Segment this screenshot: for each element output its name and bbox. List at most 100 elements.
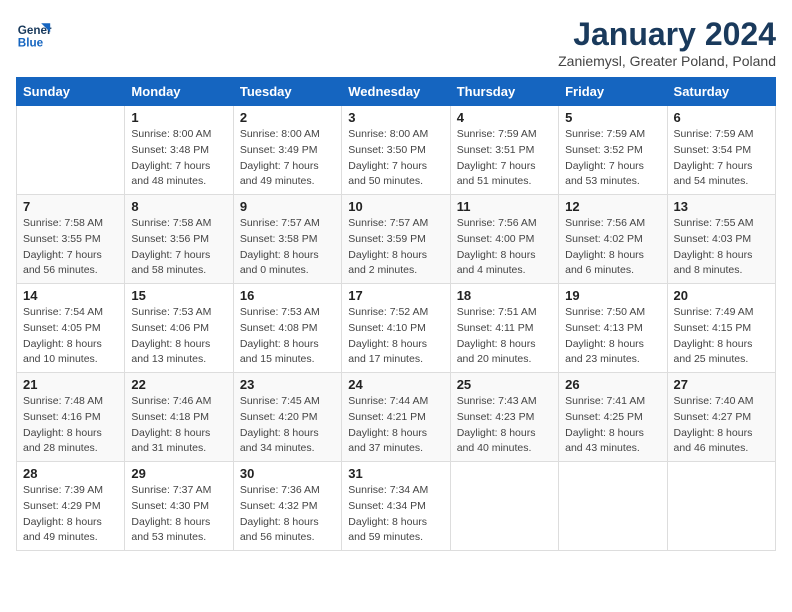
- day-number: 21: [23, 377, 118, 392]
- day-number: 3: [348, 110, 443, 125]
- calendar-cell: 31Sunrise: 7:34 AM Sunset: 4:34 PM Dayli…: [342, 462, 450, 551]
- day-info: Sunrise: 7:59 AM Sunset: 3:54 PM Dayligh…: [674, 127, 769, 190]
- day-info: Sunrise: 7:59 AM Sunset: 3:52 PM Dayligh…: [565, 127, 660, 190]
- day-number: 26: [565, 377, 660, 392]
- day-number: 11: [457, 199, 552, 214]
- calendar-title: January 2024: [558, 16, 776, 53]
- title-block: January 2024 Zaniemysl, Greater Poland, …: [558, 16, 776, 69]
- weekday-header: Friday: [559, 78, 667, 106]
- day-info: Sunrise: 7:46 AM Sunset: 4:18 PM Dayligh…: [131, 394, 226, 457]
- calendar-cell: 6 Sunrise: 7:59 AM Sunset: 3:54 PM Daylig…: [667, 106, 775, 195]
- logo-icon: General Blue: [16, 16, 52, 52]
- day-number: 23: [240, 377, 335, 392]
- day-info: Sunrise: 7:58 AM Sunset: 3:55 PM Dayligh…: [23, 216, 118, 279]
- day-number: 29: [131, 466, 226, 481]
- day-info: Sunrise: 7:52 AM Sunset: 4:10 PM Dayligh…: [348, 305, 443, 368]
- day-number: 12: [565, 199, 660, 214]
- calendar-cell: 18Sunrise: 7:51 AM Sunset: 4:11 PM Dayli…: [450, 284, 558, 373]
- calendar-cell: 19 Sunrise: 7:50 AM Sunset: 4:13 PM Dayli…: [559, 284, 667, 373]
- calendar-cell: 7 Sunrise: 7:58 AM Sunset: 3:55 PM Daylig…: [17, 195, 125, 284]
- day-info: Sunrise: 7:48 AM Sunset: 4:16 PM Dayligh…: [23, 394, 118, 457]
- day-info: Sunrise: 7:57 AM Sunset: 3:59 PM Dayligh…: [348, 216, 443, 279]
- calendar-cell: 4 Sunrise: 7:59 AM Sunset: 3:51 PM Daylig…: [450, 106, 558, 195]
- day-number: 5: [565, 110, 660, 125]
- weekday-header: Saturday: [667, 78, 775, 106]
- day-info: Sunrise: 8:00 AM Sunset: 3:49 PM Dayligh…: [240, 127, 335, 190]
- calendar-cell: 13 Sunrise: 7:55 AM Sunset: 4:03 PM Dayli…: [667, 195, 775, 284]
- calendar-cell: 5 Sunrise: 7:59 AM Sunset: 3:52 PM Daylig…: [559, 106, 667, 195]
- calendar-cell: 22 Sunrise: 7:46 AM Sunset: 4:18 PM Dayli…: [125, 373, 233, 462]
- weekday-header: Monday: [125, 78, 233, 106]
- day-number: 17: [348, 288, 443, 303]
- day-number: 1: [131, 110, 226, 125]
- calendar-cell: 15 Sunrise: 7:53 AM Sunset: 4:06 PM Dayli…: [125, 284, 233, 373]
- calendar-cell: 30 Sunrise: 7:36 AM Sunset: 4:32 PM Dayli…: [233, 462, 341, 551]
- day-number: 4: [457, 110, 552, 125]
- day-number: 15: [131, 288, 226, 303]
- calendar-cell: 9Sunrise: 7:57 AM Sunset: 3:58 PM Daylig…: [233, 195, 341, 284]
- weekday-header: Thursday: [450, 78, 558, 106]
- calendar-cell: 27 Sunrise: 7:40 AM Sunset: 4:27 PM Dayli…: [667, 373, 775, 462]
- day-info: Sunrise: 7:40 AM Sunset: 4:27 PM Dayligh…: [674, 394, 769, 457]
- calendar-cell: 23Sunrise: 7:45 AM Sunset: 4:20 PM Dayli…: [233, 373, 341, 462]
- calendar-cell: 24 Sunrise: 7:44 AM Sunset: 4:21 PM Dayli…: [342, 373, 450, 462]
- calendar-cell: 8 Sunrise: 7:58 AM Sunset: 3:56 PM Daylig…: [125, 195, 233, 284]
- day-number: 27: [674, 377, 769, 392]
- day-info: Sunrise: 7:43 AM Sunset: 4:23 PM Dayligh…: [457, 394, 552, 457]
- calendar-cell: 1 Sunrise: 8:00 AM Sunset: 3:48 PM Daylig…: [125, 106, 233, 195]
- day-info: Sunrise: 7:59 AM Sunset: 3:51 PM Dayligh…: [457, 127, 552, 190]
- calendar-week: 1 Sunrise: 8:00 AM Sunset: 3:48 PM Daylig…: [17, 106, 776, 195]
- day-number: 16: [240, 288, 335, 303]
- calendar-week: 7 Sunrise: 7:58 AM Sunset: 3:55 PM Daylig…: [17, 195, 776, 284]
- calendar-cell: [450, 462, 558, 551]
- day-info: Sunrise: 7:50 AM Sunset: 4:13 PM Dayligh…: [565, 305, 660, 368]
- day-info: Sunrise: 7:44 AM Sunset: 4:21 PM Dayligh…: [348, 394, 443, 457]
- calendar-cell: [559, 462, 667, 551]
- day-number: 30: [240, 466, 335, 481]
- day-info: Sunrise: 7:57 AM Sunset: 3:58 PM Dayligh…: [240, 216, 335, 279]
- calendar-cell: 11 Sunrise: 7:56 AM Sunset: 4:00 PM Dayli…: [450, 195, 558, 284]
- svg-text:Blue: Blue: [18, 37, 44, 50]
- calendar-week: 21 Sunrise: 7:48 AM Sunset: 4:16 PM Dayli…: [17, 373, 776, 462]
- calendar-cell: 21 Sunrise: 7:48 AM Sunset: 4:16 PM Dayli…: [17, 373, 125, 462]
- day-info: Sunrise: 7:37 AM Sunset: 4:30 PM Dayligh…: [131, 483, 226, 546]
- day-info: Sunrise: 8:00 AM Sunset: 3:48 PM Dayligh…: [131, 127, 226, 190]
- calendar-cell: 10 Sunrise: 7:57 AM Sunset: 3:59 PM Dayli…: [342, 195, 450, 284]
- day-number: 24: [348, 377, 443, 392]
- day-number: 28: [23, 466, 118, 481]
- day-info: Sunrise: 7:58 AM Sunset: 3:56 PM Dayligh…: [131, 216, 226, 279]
- weekday-header: Wednesday: [342, 78, 450, 106]
- page-header: General Blue January 2024 Zaniemysl, Gre…: [16, 16, 776, 69]
- day-number: 2: [240, 110, 335, 125]
- calendar-cell: 20Sunrise: 7:49 AM Sunset: 4:15 PM Dayli…: [667, 284, 775, 373]
- day-number: 10: [348, 199, 443, 214]
- day-info: Sunrise: 7:53 AM Sunset: 4:08 PM Dayligh…: [240, 305, 335, 368]
- day-number: 22: [131, 377, 226, 392]
- calendar-cell: [667, 462, 775, 551]
- calendar-cell: 28Sunrise: 7:39 AM Sunset: 4:29 PM Dayli…: [17, 462, 125, 551]
- calendar-cell: 12 Sunrise: 7:56 AM Sunset: 4:02 PM Dayli…: [559, 195, 667, 284]
- day-info: Sunrise: 7:56 AM Sunset: 4:02 PM Dayligh…: [565, 216, 660, 279]
- day-number: 19: [565, 288, 660, 303]
- day-number: 25: [457, 377, 552, 392]
- calendar-cell: 16 Sunrise: 7:53 AM Sunset: 4:08 PM Dayli…: [233, 284, 341, 373]
- day-info: Sunrise: 7:56 AM Sunset: 4:00 PM Dayligh…: [457, 216, 552, 279]
- logo: General Blue: [16, 16, 52, 52]
- calendar-cell: 26Sunrise: 7:41 AM Sunset: 4:25 PM Dayli…: [559, 373, 667, 462]
- weekday-header: Tuesday: [233, 78, 341, 106]
- day-info: Sunrise: 7:54 AM Sunset: 4:05 PM Dayligh…: [23, 305, 118, 368]
- calendar-week: 14 Sunrise: 7:54 AM Sunset: 4:05 PM Dayli…: [17, 284, 776, 373]
- calendar-cell: 14 Sunrise: 7:54 AM Sunset: 4:05 PM Dayli…: [17, 284, 125, 373]
- day-number: 6: [674, 110, 769, 125]
- day-info: Sunrise: 7:53 AM Sunset: 4:06 PM Dayligh…: [131, 305, 226, 368]
- calendar-table: SundayMondayTuesdayWednesdayThursdayFrid…: [16, 77, 776, 551]
- calendar-cell: 3Sunrise: 8:00 AM Sunset: 3:50 PM Daylig…: [342, 106, 450, 195]
- day-number: 18: [457, 288, 552, 303]
- day-number: 13: [674, 199, 769, 214]
- calendar-cell: 17 Sunrise: 7:52 AM Sunset: 4:10 PM Dayli…: [342, 284, 450, 373]
- day-info: Sunrise: 7:55 AM Sunset: 4:03 PM Dayligh…: [674, 216, 769, 279]
- day-info: Sunrise: 7:36 AM Sunset: 4:32 PM Dayligh…: [240, 483, 335, 546]
- day-number: 8: [131, 199, 226, 214]
- day-number: 14: [23, 288, 118, 303]
- day-number: 7: [23, 199, 118, 214]
